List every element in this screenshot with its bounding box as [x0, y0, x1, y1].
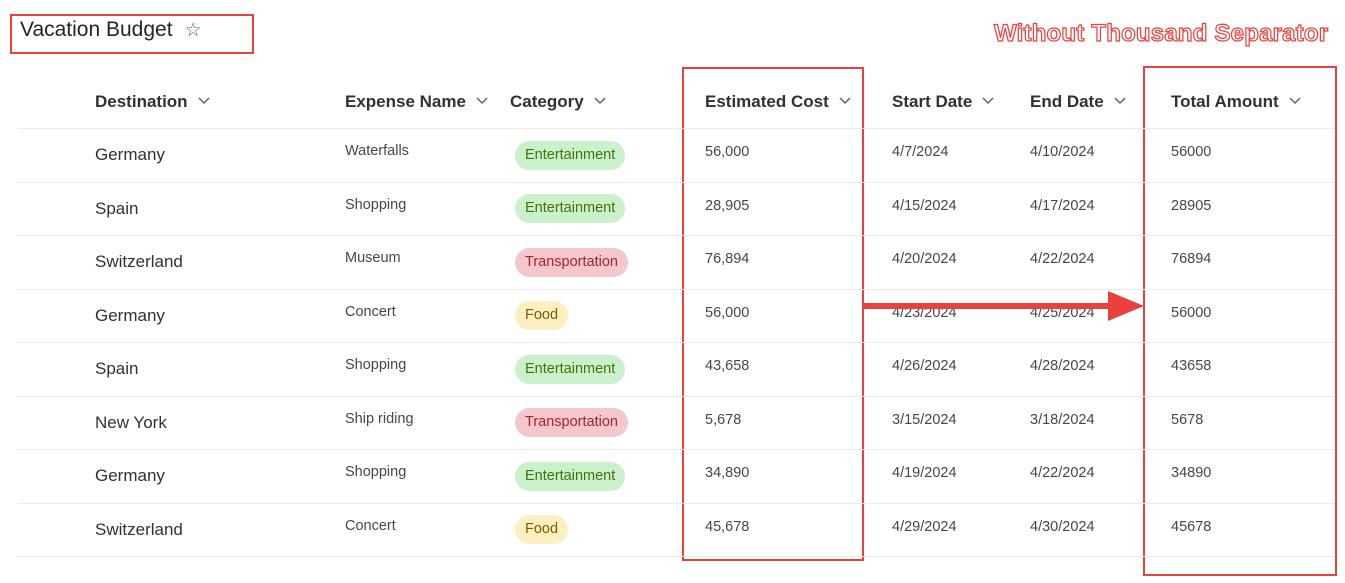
cell-total-amount: 45678 — [1171, 518, 1212, 535]
cell-expense-name: Museum — [345, 250, 401, 267]
chevron-down-icon — [982, 97, 994, 107]
cell-start-date: 3/15/2024 — [892, 411, 957, 428]
category-pill: Food — [515, 301, 569, 331]
column-header-destination[interactable]: Destination — [95, 76, 210, 128]
cell-expense-name: Shopping — [345, 357, 407, 374]
category-pill: Transportation — [515, 408, 628, 438]
cell-start-date: 4/19/2024 — [892, 465, 957, 482]
cell-total-amount: 56000 — [1171, 144, 1212, 161]
annotation-label: Without Thousand Separator — [993, 19, 1329, 47]
cell-start-date: 4/15/2024 — [892, 197, 957, 214]
cell-category: Food — [515, 504, 569, 557]
category-pill: Transportation — [515, 247, 628, 277]
cell-estimated-cost: 43,658 — [705, 358, 750, 375]
table-row[interactable]: Germany Shopping Entertainment 34,890 4/… — [18, 450, 1335, 504]
cell-destination: Germany — [95, 466, 165, 486]
cell-total-amount: 28905 — [1171, 197, 1212, 214]
cell-expense-name: Shopping — [345, 464, 407, 481]
cell-expense-name: Concert — [345, 303, 396, 320]
cell-category: Transportation — [515, 236, 628, 289]
chevron-down-icon — [594, 97, 606, 107]
cell-destination: Germany — [95, 305, 165, 325]
cell-estimated-cost: 56,000 — [705, 144, 750, 161]
cell-estimated-cost: 5,678 — [705, 411, 742, 428]
chevron-down-icon — [198, 97, 210, 107]
cell-category: Entertainment — [515, 450, 626, 503]
cell-expense-name: Shopping — [345, 196, 407, 213]
column-header-category[interactable]: Category — [510, 76, 606, 128]
cell-destination: Spain — [95, 198, 139, 218]
column-header-estimated-cost[interactable]: Estimated Cost — [705, 76, 851, 128]
table-row[interactable]: Spain Shopping Entertainment 43,658 4/26… — [18, 343, 1335, 397]
category-pill: Entertainment — [515, 461, 626, 491]
cell-category: Entertainment — [515, 183, 626, 236]
cell-end-date: 4/28/2024 — [1030, 358, 1095, 375]
column-header-start-date[interactable]: Start Date — [892, 76, 994, 128]
list-rows: Germany Waterfalls Entertainment 56,000 … — [18, 129, 1335, 557]
cell-end-date: 4/10/2024 — [1030, 144, 1095, 161]
cell-destination: New York — [95, 412, 167, 432]
cell-start-date: 4/20/2024 — [892, 251, 957, 268]
column-header-row: Destination Expense Name Category Estima… — [18, 76, 1335, 129]
cell-total-amount: 34890 — [1171, 465, 1212, 482]
chevron-down-icon — [839, 97, 851, 107]
title-highlight-box — [10, 14, 254, 54]
table-row[interactable]: New York Ship riding Transportation 5,67… — [18, 397, 1335, 450]
category-pill: Entertainment — [515, 140, 626, 170]
cell-category: Food — [515, 290, 569, 343]
cell-estimated-cost: 34,890 — [705, 465, 750, 482]
cell-category: Entertainment — [515, 343, 626, 396]
cell-estimated-cost: 45,678 — [705, 518, 750, 535]
column-header-total-amount[interactable]: Total Amount — [1171, 76, 1301, 128]
cell-start-date: 4/26/2024 — [892, 358, 957, 375]
cell-destination: Switzerland — [95, 252, 183, 272]
category-pill: Entertainment — [515, 194, 626, 224]
table-row[interactable]: Germany Waterfalls Entertainment 56,000 … — [18, 129, 1335, 183]
chevron-down-icon — [476, 97, 488, 107]
cell-destination: Spain — [95, 359, 139, 379]
column-header-expense-name[interactable]: Expense Name — [345, 76, 488, 128]
cell-start-date: 4/29/2024 — [892, 518, 957, 535]
cell-total-amount: 5678 — [1171, 411, 1204, 428]
annotation-arrow — [862, 291, 1144, 321]
cell-expense-name: Concert — [345, 517, 396, 534]
cell-start-date: 4/7/2024 — [892, 144, 949, 161]
cell-end-date: 4/22/2024 — [1030, 465, 1095, 482]
category-pill: Food — [515, 515, 569, 545]
chevron-down-icon — [1114, 97, 1126, 107]
cell-estimated-cost: 56,000 — [705, 304, 750, 321]
cell-destination: Switzerland — [95, 519, 183, 539]
cell-expense-name: Ship riding — [345, 410, 414, 427]
cell-total-amount: 56000 — [1171, 304, 1212, 321]
category-pill: Entertainment — [515, 354, 626, 384]
cell-category: Transportation — [515, 397, 628, 450]
table-row[interactable]: Switzerland Concert Food 45,678 4/29/202… — [18, 504, 1335, 557]
cell-expense-name: Waterfalls — [345, 143, 409, 160]
cell-estimated-cost: 28,905 — [705, 197, 750, 214]
cell-total-amount: 76894 — [1171, 251, 1212, 268]
cell-destination: Germany — [95, 145, 165, 165]
cell-total-amount: 43658 — [1171, 358, 1212, 375]
cell-estimated-cost: 76,894 — [705, 251, 750, 268]
cell-end-date: 4/30/2024 — [1030, 518, 1095, 535]
cell-category: Entertainment — [515, 129, 626, 182]
arrow-head — [1108, 291, 1144, 321]
cell-end-date: 3/18/2024 — [1030, 411, 1095, 428]
cell-end-date: 4/22/2024 — [1030, 251, 1095, 268]
table-row[interactable]: Switzerland Museum Transportation 76,894… — [18, 236, 1335, 290]
cell-end-date: 4/17/2024 — [1030, 197, 1095, 214]
column-header-end-date[interactable]: End Date — [1030, 76, 1126, 128]
table-row[interactable]: Spain Shopping Entertainment 28,905 4/15… — [18, 183, 1335, 236]
chevron-down-icon — [1289, 97, 1301, 107]
